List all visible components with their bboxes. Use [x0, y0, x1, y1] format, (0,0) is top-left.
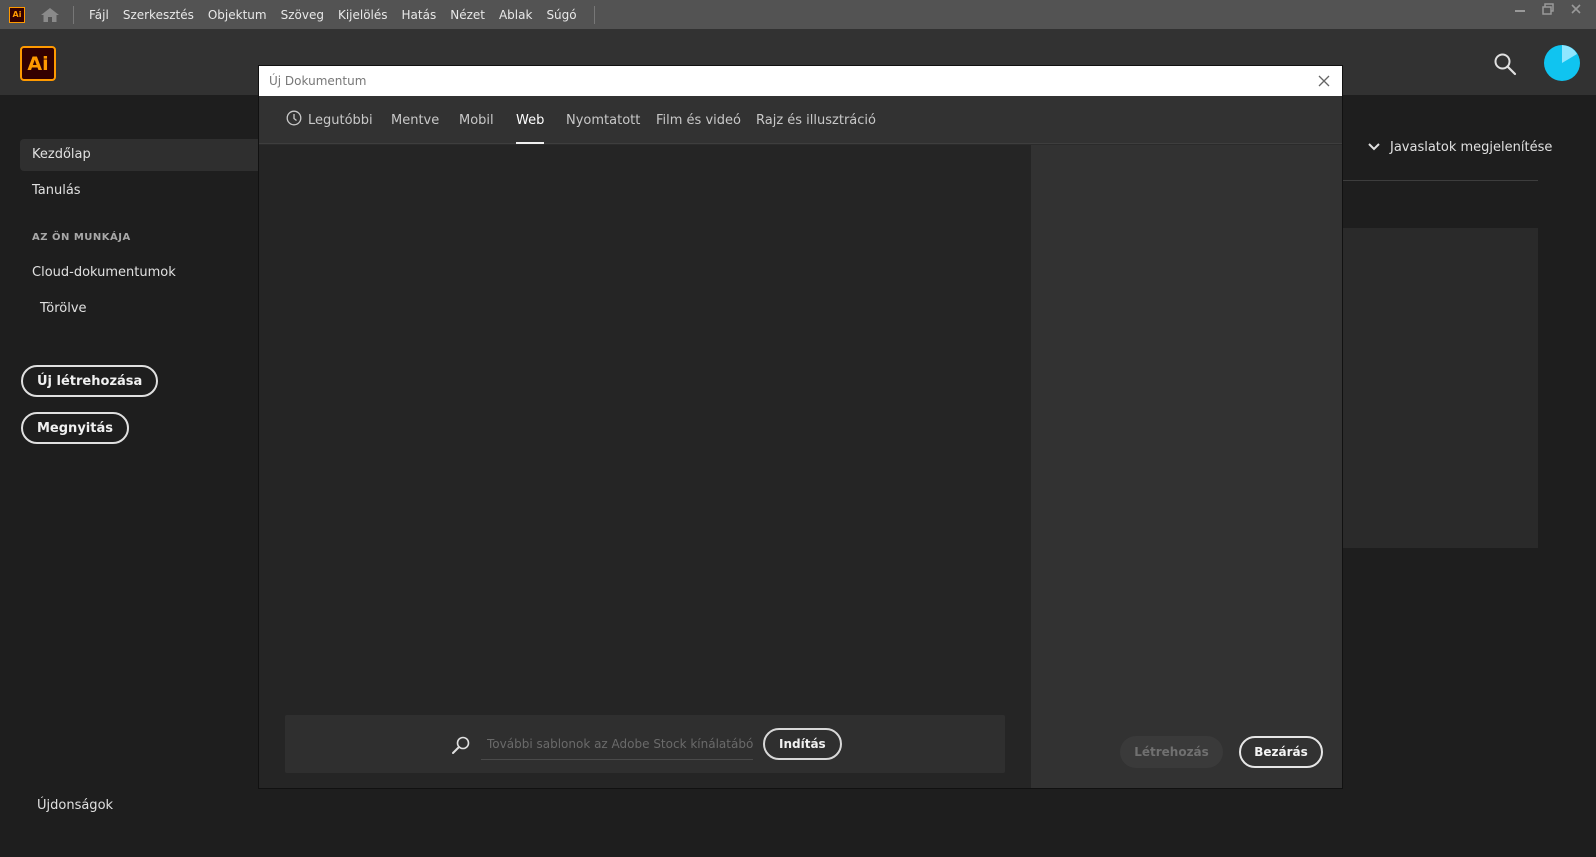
tab-label: Legutóbbi	[308, 112, 373, 128]
home-icon[interactable]	[39, 6, 61, 24]
tab-art-illustration[interactable]: Rajz és illusztráció	[756, 96, 876, 144]
sidebar-item-home[interactable]: Kezdőlap	[32, 147, 91, 162]
clock-icon	[286, 110, 302, 130]
menu-type[interactable]: Szöveg	[274, 0, 331, 29]
tab-web[interactable]: Web	[516, 96, 545, 144]
preset-tabs: Legutóbbi Mentve Mobil Web Nyomtatott Fi…	[259, 96, 1342, 144]
dialog-title: Új Dokumentum	[269, 74, 367, 88]
chevron-down-icon	[1368, 140, 1380, 155]
app-icon: Ai	[9, 6, 25, 23]
sidebar-item-deleted[interactable]: Törölve	[40, 301, 87, 316]
search-icon[interactable]	[1493, 52, 1517, 76]
new-document-dialog: Új Dokumentum Legutóbbi Mentve Mobil Web…	[259, 66, 1342, 788]
menubar-divider	[73, 5, 74, 24]
menu-object[interactable]: Objektum	[201, 0, 274, 29]
menu-select[interactable]: Kijelölés	[331, 0, 395, 29]
tab-mobile[interactable]: Mobil	[459, 96, 494, 144]
menu-help[interactable]: Súgó	[539, 0, 583, 29]
sidebar-section-title: AZ ÖN MUNKÁJA	[32, 232, 131, 243]
sidebar-item-cloud-documents[interactable]: Cloud-dokumentumok	[32, 265, 176, 280]
close-icon[interactable]	[1564, 0, 1588, 18]
suggestions-label: Javaslatok megjelenítése	[1390, 140, 1553, 155]
open-button[interactable]: Megnyitás	[21, 412, 129, 444]
illustrator-logo: Ai	[20, 46, 56, 81]
close-icon[interactable]	[1316, 73, 1332, 89]
presets-area	[259, 145, 1031, 788]
menu-effect[interactable]: Hatás	[395, 0, 444, 29]
window-controls	[1508, 0, 1588, 22]
restore-icon[interactable]	[1536, 0, 1560, 18]
tab-film-video[interactable]: Film és videó	[656, 96, 741, 144]
active-tab-indicator	[516, 142, 545, 144]
menu-view[interactable]: Nézet	[443, 0, 492, 29]
stock-search-input[interactable]	[481, 728, 753, 760]
minimize-icon[interactable]	[1508, 0, 1532, 18]
menu-bar: Ai Fájl Szerkesztés Objektum Szöveg Kije…	[0, 0, 1596, 29]
suggestions-panel	[1340, 228, 1538, 548]
avatar[interactable]	[1544, 45, 1580, 81]
sidebar-item-learn[interactable]: Tanulás	[32, 183, 81, 198]
stock-search-bar: Indítás	[285, 715, 1005, 773]
create-button[interactable]: Létrehozás	[1120, 736, 1223, 768]
preset-details-panel	[1031, 145, 1342, 788]
divider	[1340, 180, 1538, 181]
start-search-button[interactable]: Indítás	[763, 728, 842, 760]
tab-recent[interactable]: Legutóbbi	[286, 96, 373, 144]
search-icon	[451, 735, 471, 755]
tab-print[interactable]: Nyomtatott	[566, 96, 640, 144]
close-button[interactable]: Bezárás	[1239, 736, 1323, 768]
menu-file[interactable]: Fájl	[82, 0, 116, 29]
tab-saved[interactable]: Mentve	[391, 96, 439, 144]
menu-window[interactable]: Ablak	[492, 0, 539, 29]
menu-edit[interactable]: Szerkesztés	[116, 0, 201, 29]
whats-new-link[interactable]: Újdonságok	[37, 798, 113, 813]
dialog-title-bar: Új Dokumentum	[259, 66, 1342, 96]
menubar-divider	[593, 5, 595, 24]
tab-label: Web	[516, 112, 545, 128]
suggestions-toggle[interactable]: Javaslatok megjelenítése	[1368, 140, 1552, 155]
sidebar: Kezdőlap Tanulás AZ ÖN MUNKÁJA Cloud-dok…	[0, 95, 258, 857]
create-new-button[interactable]: Új létrehozása	[21, 365, 159, 397]
